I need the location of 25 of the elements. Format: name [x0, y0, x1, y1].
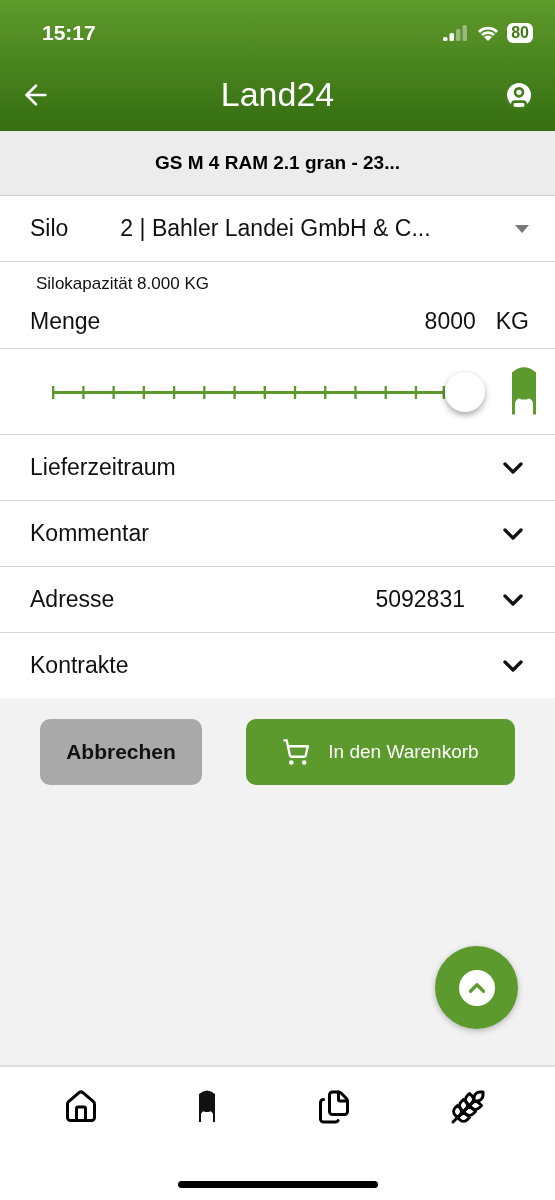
silo-dropdown[interactable]: 2 | Bahler Landei GmbH & C...: [80, 215, 529, 242]
scroll-up-button[interactable]: [435, 946, 518, 1029]
cancel-button[interactable]: Abbrechen: [40, 719, 202, 785]
cart-icon: [282, 738, 311, 766]
signal-icon: [443, 25, 470, 41]
silo-capacity: Silokapazität 8.000 KG: [35, 273, 210, 294]
silo-icon: [509, 365, 539, 418]
wheat-icon[interactable]: [449, 1089, 486, 1125]
quantity-value: 8000: [424, 307, 476, 335]
section-value: 5092831: [375, 586, 465, 613]
slider-thumb[interactable]: [445, 371, 485, 412]
section-label: Kontrakte: [30, 652, 130, 679]
quantity-unit: KG: [495, 307, 529, 335]
status-time: 15:17: [42, 21, 96, 45]
section-label: Lieferzeitraum: [30, 454, 177, 481]
app-title: Land24: [220, 75, 335, 114]
section-label: Kommentar: [30, 520, 150, 547]
silo-icon[interactable]: [197, 1089, 218, 1125]
caret-icon: [515, 224, 529, 233]
section-label: Adresse: [30, 586, 116, 613]
battery-level: 80: [507, 23, 533, 43]
quantity-label: Menge: [30, 307, 102, 335]
wifi-icon: [477, 25, 500, 41]
silo-label: Silo: [30, 215, 69, 242]
product-title: GS M 4 RAM 2.1 gran - 23...: [155, 152, 400, 174]
